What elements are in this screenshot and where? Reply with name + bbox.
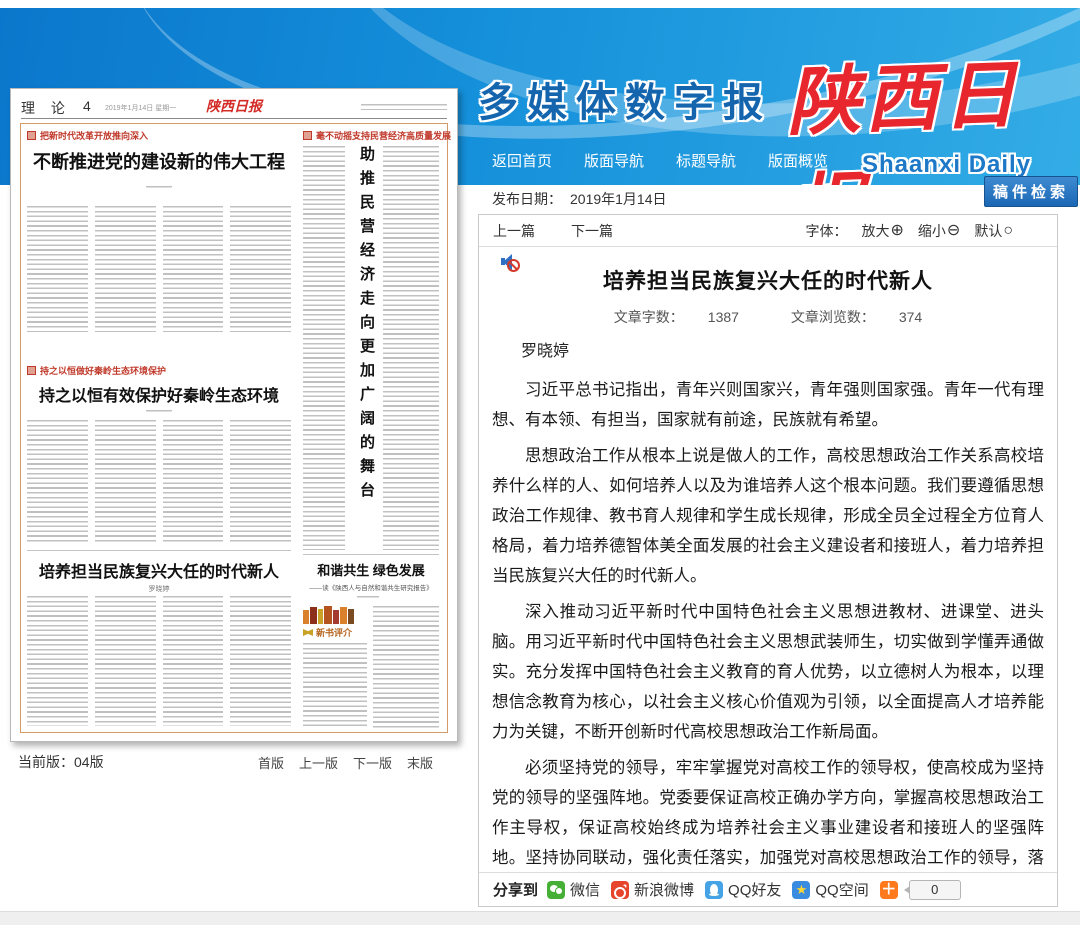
publish-date-row: 发布日期： 2019年1月14日 (492, 189, 667, 209)
word-count-label: 文章字数： (614, 309, 684, 325)
paper-head-rule (21, 118, 447, 119)
headline-green-development[interactable]: 和谐共生 绿色发展 (303, 560, 439, 579)
open-book-icon (303, 629, 313, 636)
shaanxi-daily-logo-en: Shaanxi Daily (862, 151, 1031, 179)
share-count-bubble[interactable]: 0 (909, 880, 961, 900)
text-column-placeholder (383, 146, 439, 550)
author-placeholder (146, 410, 172, 415)
footer-strip (0, 911, 1080, 925)
paragraph: 习近平总书记指出，青年兴则国家兴，青年强则国家强。青年一代有理想、有本领、有担当… (492, 375, 1044, 435)
kicker-reform: 把新时代改革开放推向深入 (27, 129, 148, 142)
share-qzone-link[interactable]: QQ空间 (815, 879, 868, 900)
divider (303, 554, 439, 555)
share-qq-link[interactable]: QQ好友 (728, 879, 781, 900)
text-column-placeholder (373, 606, 439, 728)
book-spines-graphic (303, 606, 367, 624)
article-body: 习近平总书记指出，青年兴则国家兴，青年强则国家强。青年一代有理想、有本领、有担当… (492, 375, 1044, 872)
font-zoom-out-button[interactable]: 缩小 ⊖ (918, 221, 960, 241)
pager-next[interactable]: 下一版 (353, 753, 392, 772)
qzone-star-icon[interactable]: ★ (792, 881, 810, 899)
article-meta: 文章字数： 1387 文章浏览数： 374 (479, 307, 1057, 327)
private-economy-article: 助推民营经济走向更加广阔的舞台 (303, 146, 439, 550)
author-placeholder (146, 186, 172, 191)
share-wechat-link[interactable]: 微信 (570, 879, 600, 900)
article-toolbar: 上一篇 下一篇 字体： 放大 ⊕ 缩小 ⊖ 默认 ○ (479, 215, 1057, 247)
view-count-value: 374 (899, 309, 922, 325)
pager-last[interactable]: 末版 (407, 753, 433, 772)
kicker-private-economy: 毫不动摇支持民营经济高质量发展 (303, 129, 451, 142)
reset-circle-icon: ○ (1003, 223, 1013, 239)
prev-article-link[interactable]: 上一篇 (493, 221, 535, 241)
site-title: 多媒体数字报 (478, 70, 772, 128)
more-share-icon[interactable]: ＋ (880, 881, 898, 899)
word-count-value: 1387 (708, 309, 739, 325)
view-count-label: 文章浏览数： (791, 309, 875, 325)
pager-prev[interactable]: 上一版 (299, 753, 338, 772)
page-pager: 当前版：04版 首版 上一版 下一版 末版 (10, 752, 456, 772)
paper-masthead-row: 理 论 4 2019年1月14日 星期一 陕西日报 (21, 96, 447, 116)
zoom-in-circle-icon: ⊕ (891, 223, 904, 239)
share-to-label: 分享到 (493, 879, 538, 900)
kicker-square-icon (27, 131, 36, 140)
article-title: 培养担当民族复兴大任的时代新人 (479, 265, 1057, 295)
article-reader-panel: 上一篇 下一篇 字体： 放大 ⊕ 缩小 ⊖ 默认 ○ 培养担当民族复兴大任的时代… (478, 214, 1058, 907)
author-placeholder (357, 596, 379, 601)
qq-icon[interactable] (705, 881, 723, 899)
text-columns (27, 206, 291, 332)
next-article-link[interactable]: 下一篇 (571, 221, 613, 241)
author-luo-xiaoting: 罗晓婷 (27, 584, 291, 594)
font-reset-button[interactable]: 默认 ○ (974, 221, 1013, 241)
text-column-placeholder (303, 146, 345, 550)
new-book-review-badge: 新书评介 (303, 626, 367, 639)
headline-qinling-ecology[interactable]: 持之以恒有效保护好秦岭生态环境 (27, 382, 291, 406)
book-review-block: 新书评介 (303, 606, 439, 728)
publish-date-value: 2019年1月14日 (570, 191, 667, 207)
nav-home[interactable]: 返回首页 (492, 150, 552, 171)
wechat-icon[interactable] (547, 881, 565, 899)
share-weibo-link[interactable]: 新浪微博 (634, 879, 694, 900)
nav-title-navigation[interactable]: 标题导航 (676, 150, 736, 171)
headline-party-building[interactable]: 不断推进党的建设新的伟大工程 (27, 148, 291, 174)
share-bar: 分享到 微信 新浪微博 QQ好友 ★ QQ空间 ＋ 0 (479, 872, 1057, 906)
headline-new-era-people[interactable]: 培养担当民族复兴大任的时代新人 (27, 558, 291, 582)
font-size-label: 字体： (806, 221, 848, 241)
nav-page-navigation[interactable]: 版面导航 (584, 150, 644, 171)
divider (27, 550, 291, 551)
kicker-qinling: 持之以恒做好秦岭生态环境保护 (27, 364, 166, 377)
headline-private-economy-vertical[interactable]: 助推民营经济走向更加广阔的舞台 (351, 146, 377, 550)
current-page-label: 当前版：04版 (18, 752, 104, 772)
nav-page-overview[interactable]: 版面概览 (768, 150, 828, 171)
paper-editors-line-placeholder (361, 104, 447, 110)
text-column-placeholder (303, 643, 367, 728)
paper-content-area: 把新时代改革开放推向深入 不断推进党的建设新的伟大工程 持之以恒做好秦岭生态环境… (20, 123, 448, 733)
subtitle-book-report: ——读《陕西人与自然和谐共生研究报告》 (303, 582, 439, 592)
publish-date-label: 发布日期： (492, 191, 562, 207)
banner-nav: 返回首页 版面导航 标题导航 版面概览 (492, 150, 828, 171)
font-zoom-in-button[interactable]: 放大 ⊕ (862, 221, 904, 241)
paragraph: 必须坚持党的领导，牢牢掌握党对高校工作的领导权，使高校成为坚持党的领导的坚强阵地… (492, 753, 1044, 872)
newspaper-page-thumbnail[interactable]: 理 论 4 2019年1月14日 星期一 陕西日报 把新时代改革开放推向深入 不… (10, 88, 458, 742)
kicker-square-icon (27, 366, 36, 375)
kicker-square-icon (303, 131, 312, 140)
text-columns (27, 420, 291, 542)
text-columns (27, 596, 291, 726)
pager-first[interactable]: 首版 (258, 753, 284, 772)
article-author: 罗晓婷 (521, 337, 569, 361)
sina-weibo-icon[interactable] (611, 881, 629, 899)
zoom-out-circle-icon: ⊖ (947, 223, 960, 239)
paragraph: 深入推动习近平新时代中国特色社会主义思想进教材、进课堂、进头脑。用习近平新时代中… (492, 597, 1044, 747)
manuscript-search-button[interactable]: 稿件检索 (984, 176, 1078, 207)
paragraph: 思想政治工作从根本上说是做人的工作，高校思想政治工作关系高校培养什么样的人、如何… (492, 441, 1044, 591)
